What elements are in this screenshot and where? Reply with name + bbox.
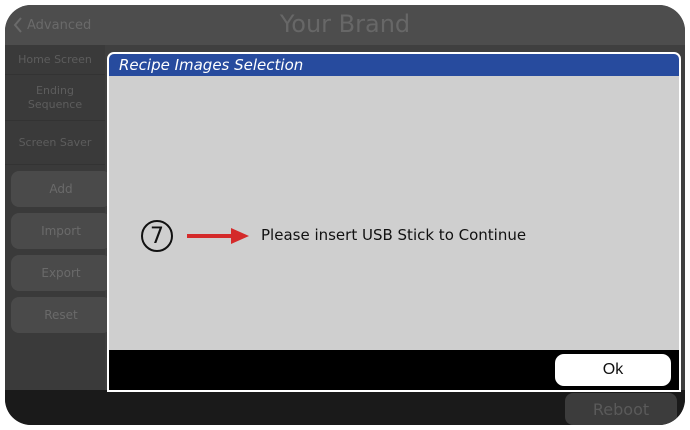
add-button[interactable]: Add: [11, 171, 111, 207]
dialog-title: Recipe Images Selection: [109, 54, 679, 76]
device-screen: Advanced Your Brand Home Screen Ending S…: [5, 5, 685, 425]
bottom-bar: Reboot: [5, 390, 685, 425]
sidebar-item-label: Screen Saver: [18, 135, 92, 149]
top-bar: Advanced Your Brand: [5, 5, 685, 45]
instruction-message: Please insert USB Stick to Continue: [261, 226, 527, 244]
recipe-images-dialog: Recipe Images Selection 7 Please insert …: [107, 52, 681, 392]
page-title: Your Brand: [279, 10, 411, 38]
reboot-button[interactable]: Reboot: [565, 393, 677, 425]
export-button[interactable]: Export: [11, 255, 111, 291]
sidebar-item-screen-saver[interactable]: Screen Saver: [5, 121, 105, 165]
ok-button[interactable]: Ok: [555, 354, 671, 386]
reset-button[interactable]: Reset: [11, 297, 111, 333]
step-number-badge: 7: [141, 220, 173, 252]
sidebar-item-home-screen[interactable]: Home Screen: [5, 45, 105, 75]
dialog-body: 7 Please insert USB Stick to Continue: [109, 76, 679, 350]
sidebar: Home Screen Ending Sequence Screen Saver…: [5, 45, 111, 390]
sidebar-item-ending-sequence[interactable]: Ending Sequence: [5, 75, 105, 121]
sidebar-item-label: Ending Sequence: [27, 84, 83, 111]
import-button[interactable]: Import: [11, 213, 111, 249]
dialog-footer: Ok: [109, 350, 679, 390]
arrow-right-icon: [187, 228, 249, 244]
sidebar-item-label: Home Screen: [18, 52, 92, 66]
